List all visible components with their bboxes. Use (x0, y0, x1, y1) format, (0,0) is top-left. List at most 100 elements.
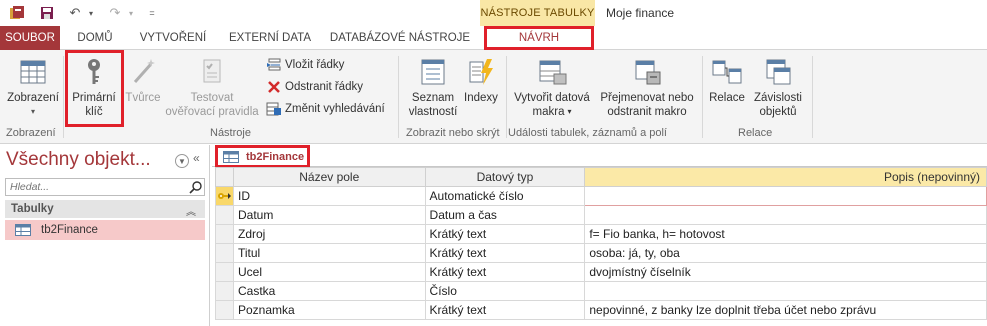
description-cell[interactable] (584, 186, 987, 206)
row-selector[interactable] (215, 300, 234, 320)
insert-rows-button[interactable]: Vložit řádky (266, 56, 344, 74)
window-title: Moje finance (606, 6, 675, 20)
field-name-cell[interactable]: Zdroj (232, 224, 426, 244)
column-header-description[interactable]: Popis (nepovinný) (584, 167, 987, 187)
tab-database-tools[interactable]: DATABÁZOVÉ NÁSTROJE (326, 26, 474, 50)
row-selector[interactable] (215, 281, 234, 301)
field-name-cell[interactable]: Poznamka (232, 300, 426, 320)
delete-rows-label: Odstranit řádky (285, 81, 363, 93)
nav-search-input[interactable] (5, 178, 205, 196)
context-tab-label: NÁSTROJE TABULKY (480, 0, 595, 26)
ribbon-tabs: SOUBOR DOMŮ VYTVOŘENÍ EXTERNÍ DATA DATAB… (0, 26, 987, 50)
shutter-bar-close-icon[interactable]: « (193, 151, 200, 165)
view-button[interactable]: Zobrazení ▾ (4, 56, 62, 119)
undo-icon[interactable]: ↶ (66, 4, 84, 22)
tab-external-data[interactable]: EXTERNÍ DATA (220, 26, 320, 50)
table-row[interactable]: ID Automatické číslo (215, 186, 987, 206)
test-validation-rules-button[interactable]: Testovat ověřovací pravidla (160, 56, 264, 119)
navigation-pane: Všechny objekt... ▼ « Tabulky ︽ tb2Finan… (0, 145, 210, 326)
lookup-icon (266, 102, 281, 116)
data-type-cell[interactable]: Krátký text (424, 243, 586, 263)
object-dependencies-label-1: Závislosti (754, 92, 802, 104)
modify-lookups-button[interactable]: Změnit vyhledávání (266, 100, 385, 118)
tab-design[interactable]: NÁVRH (484, 26, 594, 50)
description-cell[interactable]: osoba: já, ty, oba (584, 243, 987, 263)
table-row[interactable]: Titul Krátký text osoba: já, ty, oba (215, 243, 987, 263)
table-row[interactable]: Poznamka Krátký text nepovinné, z banky … (215, 300, 987, 320)
group-separator (63, 56, 64, 138)
rename-delete-macro-button[interactable]: Přejmenovat nebo odstranit makro (596, 56, 698, 119)
field-name-cell[interactable]: Datum (232, 205, 426, 225)
group-label-views: Zobrazení (6, 127, 56, 139)
row-selector[interactable] (215, 262, 234, 282)
customize-qat-icon[interactable]: = (146, 4, 158, 22)
group-separator (702, 56, 703, 138)
group-separator (812, 56, 813, 138)
column-header-field-name[interactable]: Název pole (232, 167, 426, 187)
relationships-button[interactable]: Relace (706, 56, 748, 105)
description-cell[interactable]: nepovinné, z banky lze doplnit třeba úče… (584, 300, 987, 320)
data-type-cell[interactable]: Krátký text (424, 224, 586, 244)
property-sheet-button[interactable]: Seznam vlastností (404, 56, 462, 119)
nav-pane-title[interactable]: Všechny objekt... (6, 149, 151, 171)
chevron-up-icon[interactable]: ︽ (186, 203, 196, 218)
ribbon-design: Zobrazení ▾ Zobrazení Primární klíč Tvůr… (0, 50, 987, 144)
tab-home[interactable]: DOMŮ (65, 26, 125, 50)
column-header-data-type[interactable]: Datový typ (424, 167, 586, 187)
data-type-cell[interactable]: Krátký text (424, 262, 586, 282)
grid-header-row: Název pole Datový typ Popis (nepovinný) (215, 167, 987, 187)
rename-macro-label-1: Přejmenovat nebo (600, 92, 694, 104)
table-design-view: tb2Finance Název pole Datový typ Popis (… (212, 145, 987, 326)
search-icon[interactable] (189, 180, 203, 194)
create-data-macros-button[interactable]: Vytvořit datová makra ▾ (508, 56, 596, 119)
document-tab[interactable]: tb2Finance (215, 145, 310, 168)
field-name-cell[interactable]: Castka (232, 281, 426, 301)
indexes-button[interactable]: Indexy (460, 56, 502, 105)
description-cell[interactable] (584, 281, 987, 301)
table-row[interactable]: Ucel Krátký text dvojmístný číselník (215, 262, 987, 282)
insert-rows-label: Vložit řádky (285, 59, 345, 71)
create-data-macros-label-1: Vytvořit datová (514, 92, 590, 104)
description-cell[interactable] (584, 205, 987, 225)
wand-icon (133, 59, 155, 83)
data-type-cell[interactable]: Datum a čas (424, 205, 586, 225)
tab-file[interactable]: SOUBOR (0, 26, 60, 50)
field-name-cell[interactable]: Ucel (232, 262, 426, 282)
chevron-down-icon: ▾ (567, 107, 572, 116)
tab-create[interactable]: VYTVOŘENÍ (130, 26, 216, 50)
redo-icon[interactable]: ↷ (106, 4, 124, 22)
grid-header-selector[interactable] (215, 167, 234, 187)
nav-item-label: tb2Finance (41, 224, 98, 236)
data-type-cell[interactable]: Krátký text (424, 300, 586, 320)
delete-rows-button[interactable]: Odstranit řádky (266, 78, 363, 96)
save-icon[interactable] (38, 4, 56, 22)
group-label-events: Události tabulek, záznamů a polí (508, 127, 667, 139)
table-row[interactable]: Castka Číslo (215, 281, 987, 301)
row-selector[interactable] (215, 224, 234, 244)
data-type-cell[interactable]: Automatické číslo (424, 186, 586, 206)
table-row[interactable]: Zdroj Krátký text f= Fio banka, h= hotov… (215, 224, 987, 244)
row-selector[interactable] (215, 243, 234, 263)
table-icon (15, 224, 31, 236)
field-name-cell[interactable]: ID (232, 186, 426, 206)
nav-section-tables[interactable]: Tabulky (5, 200, 205, 218)
redo-dropdown-icon[interactable]: ▾ (126, 4, 136, 22)
description-cell[interactable]: f= Fio banka, h= hotovost (584, 224, 987, 244)
object-dependencies-button[interactable]: Závislosti objektů (748, 56, 808, 119)
table-row[interactable]: Datum Datum a čas (215, 205, 987, 225)
access-app-icon[interactable] (8, 4, 26, 22)
view-button-label: Zobrazení (7, 92, 59, 104)
field-name-cell[interactable]: Titul (232, 243, 426, 263)
builder-button[interactable]: Tvůrce (122, 56, 164, 105)
nav-item-table[interactable]: tb2Finance (5, 220, 205, 240)
test-rules-label-1: Testovat (190, 92, 234, 104)
data-type-cell[interactable]: Číslo (424, 281, 586, 301)
chevron-down-icon[interactable]: ▼ (175, 154, 189, 168)
create-data-macros-label-2: makra (532, 106, 565, 118)
row-selector[interactable] (215, 186, 234, 206)
undo-dropdown-icon[interactable]: ▾ (86, 4, 96, 22)
checklist-icon (203, 59, 221, 83)
description-cell[interactable]: dvojmístný číselník (584, 262, 987, 282)
table-icon (223, 150, 239, 163)
row-selector[interactable] (215, 205, 234, 225)
